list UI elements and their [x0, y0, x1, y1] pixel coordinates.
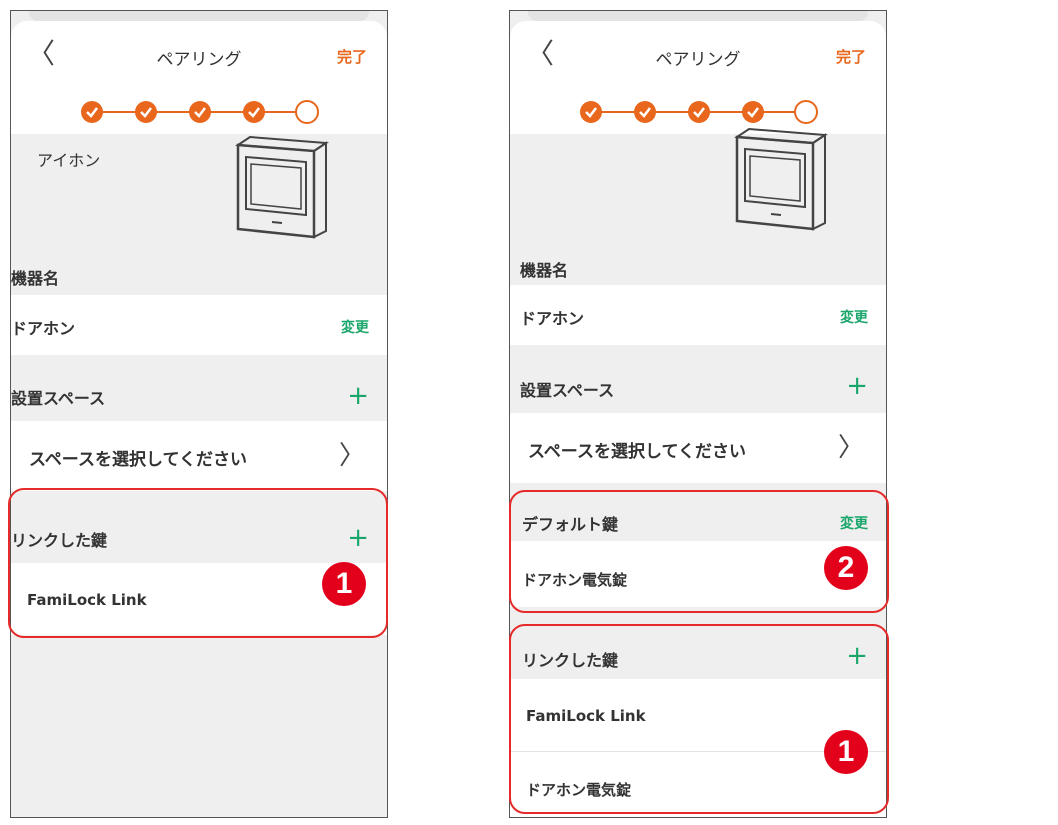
done-button[interactable]: 完了 [337, 46, 367, 67]
device-name-section-label: 機器名 [11, 269, 60, 288]
page-title: ペアリング [655, 50, 741, 70]
step-done-icon [135, 101, 157, 123]
header: 〈 ペアリング 完了 [510, 21, 886, 134]
done-button[interactable]: 完了 [836, 46, 866, 67]
add-space-plus-icon[interactable]: + [347, 383, 369, 409]
phone-screen-1: 〈 ペアリング 完了 アイホン 機器名 ドアホン 変更 設置スペース + スペー… [10, 10, 388, 818]
space-select-row[interactable]: スペースを選択してください 〉 [11, 421, 387, 491]
intercom-monitor-icon [235, 135, 329, 239]
step-done-icon [742, 101, 764, 123]
step-done-icon [634, 101, 656, 123]
space-select-row[interactable]: スペースを選択してください 〉 [510, 413, 886, 483]
step-done-icon [243, 101, 265, 123]
device-type-label: アイホン [37, 151, 101, 170]
highlight-box [509, 624, 889, 814]
progress-stepper [81, 100, 319, 125]
background-sheet [29, 11, 369, 21]
change-device-name-button[interactable]: 変更 [840, 307, 868, 327]
space-section-label: 設置スペース [11, 389, 106, 408]
progress-stepper [580, 100, 818, 125]
chevron-right-icon: 〉 [837, 433, 864, 463]
device-name-section-label: 機器名 [520, 261, 569, 280]
page-title: ペアリング [156, 50, 242, 70]
callout-badge: 1 [322, 562, 366, 606]
highlight-box [8, 488, 388, 638]
space-select-prompt: スペースを選択してください [528, 442, 746, 462]
space-select-prompt: スペースを選択してください [29, 450, 247, 470]
device-name-value: ドアホン [520, 309, 585, 328]
device-name-value: ドアホン [11, 319, 76, 338]
step-done-icon [688, 101, 710, 123]
step-current-icon [295, 100, 319, 124]
step-current-icon [794, 100, 818, 124]
add-space-plus-icon[interactable]: + [846, 373, 868, 399]
step-done-icon [189, 101, 211, 123]
background-sheet [528, 11, 868, 21]
intercom-monitor-icon [734, 127, 828, 231]
chevron-right-icon: 〉 [338, 441, 365, 471]
device-name-row: ドアホン 変更 [510, 285, 886, 345]
step-done-icon [580, 101, 602, 123]
space-section-label: 設置スペース [520, 381, 615, 400]
device-name-row: ドアホン 変更 [11, 295, 387, 355]
header: 〈 ペアリング 完了 [11, 21, 387, 134]
step-done-icon [81, 101, 103, 123]
callout-badge: 2 [824, 546, 868, 590]
change-device-name-button[interactable]: 変更 [341, 317, 369, 337]
callout-badge: 1 [824, 730, 868, 774]
